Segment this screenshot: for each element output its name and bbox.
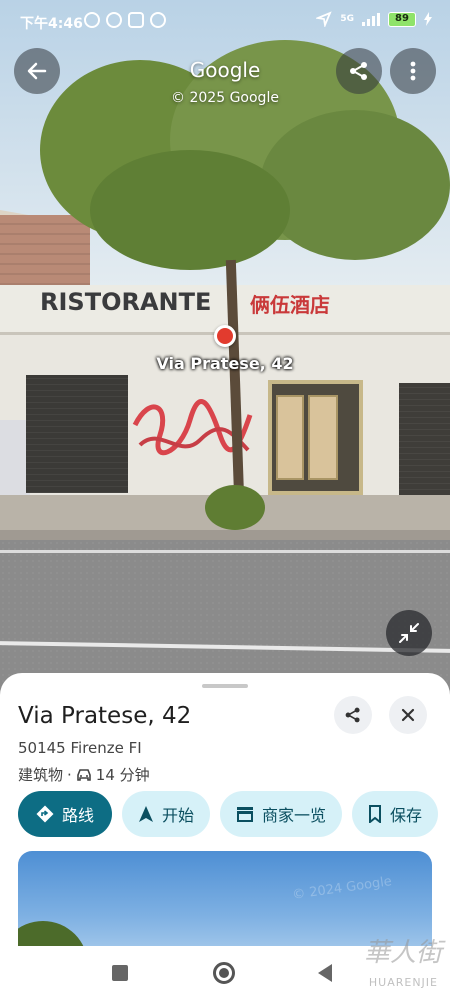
store-directory-button[interactable]: 商家一览 — [220, 791, 343, 837]
door-panel — [276, 395, 304, 480]
directions-icon — [36, 805, 54, 823]
collapse-button[interactable] — [386, 610, 432, 656]
more-options-button[interactable] — [390, 48, 436, 94]
directions-label: 路线 — [62, 806, 95, 825]
tree-canopy — [260, 110, 450, 260]
alarm-icon — [84, 12, 100, 28]
save-label: 保存 — [390, 806, 423, 825]
site-watermark-sub: HUARENJIE — [368, 976, 438, 989]
signal-icon — [362, 12, 380, 26]
place-meta: 建筑物 · 14 分钟 — [18, 764, 150, 785]
bookmark-icon — [369, 805, 382, 823]
charging-icon — [424, 12, 432, 26]
drive-time: 14 分钟 — [95, 766, 150, 784]
start-button[interactable]: 开始 — [122, 791, 211, 837]
door-panel — [308, 395, 338, 480]
lane-marking — [0, 550, 450, 553]
save-button[interactable]: 保存 — [352, 791, 439, 837]
store-icon — [237, 807, 254, 822]
location-pin-icon[interactable] — [214, 325, 236, 347]
directions-button[interactable]: 路线 — [18, 791, 113, 837]
app-icon — [128, 12, 144, 28]
collapse-icon — [399, 623, 419, 643]
place-bottom-sheet[interactable]: Via Pratese, 42 50145 Firenze FI 建筑物 · 1… — [0, 673, 450, 948]
meta-separator: · — [67, 765, 72, 784]
share-icon — [350, 62, 367, 80]
status-bar: 下午4:46 5G 89 — [0, 0, 450, 40]
store-directory-label: 商家一览 — [262, 806, 327, 825]
photo-tree — [18, 921, 88, 948]
site-watermark: 華人街 — [363, 938, 442, 968]
back-nav-button[interactable] — [318, 964, 332, 982]
place-category: 建筑物 — [18, 766, 64, 784]
pin-label: Via Pratese, 42 — [156, 354, 294, 373]
photo-watermark: © 2024 Google — [291, 874, 393, 903]
place-address: 50145 Firenze FI — [18, 739, 142, 757]
share-button[interactable] — [336, 48, 382, 94]
recents-button[interactable] — [112, 965, 128, 981]
more-vert-icon — [410, 61, 416, 81]
bush — [205, 485, 265, 530]
restaurant-sign: RISTORANTE — [40, 288, 212, 316]
status-notification-icons — [84, 12, 166, 28]
battery-icon: 89 — [388, 11, 416, 27]
network-type: 5G — [340, 14, 354, 24]
action-chips: 路线 开始 商家一览 保存 — [18, 791, 439, 837]
restaurant-sign-chinese: 俩伍酒店 — [250, 293, 330, 317]
status-system-icons: 5G 89 — [316, 11, 432, 27]
drag-handle[interactable] — [202, 684, 248, 688]
clock-icon — [106, 12, 122, 28]
tree-canopy — [90, 150, 290, 270]
car-icon — [76, 768, 91, 781]
navigation-arrow-icon — [139, 806, 154, 822]
location-arrow-icon — [316, 11, 333, 27]
start-label: 开始 — [162, 806, 195, 825]
shutter-right — [399, 383, 450, 496]
copyright-text: © 2025 Google — [171, 90, 279, 106]
google-brand: Google — [189, 58, 261, 82]
share-place-button[interactable] — [334, 696, 372, 734]
place-title: Via Pratese, 42 — [18, 703, 192, 729]
sync-icon — [150, 12, 166, 28]
close-button[interactable] — [389, 696, 427, 734]
home-button[interactable] — [213, 962, 235, 984]
status-time: 下午4:46 — [20, 16, 83, 32]
share-icon — [345, 707, 360, 723]
close-icon — [401, 708, 415, 722]
shutter-left — [26, 375, 128, 493]
